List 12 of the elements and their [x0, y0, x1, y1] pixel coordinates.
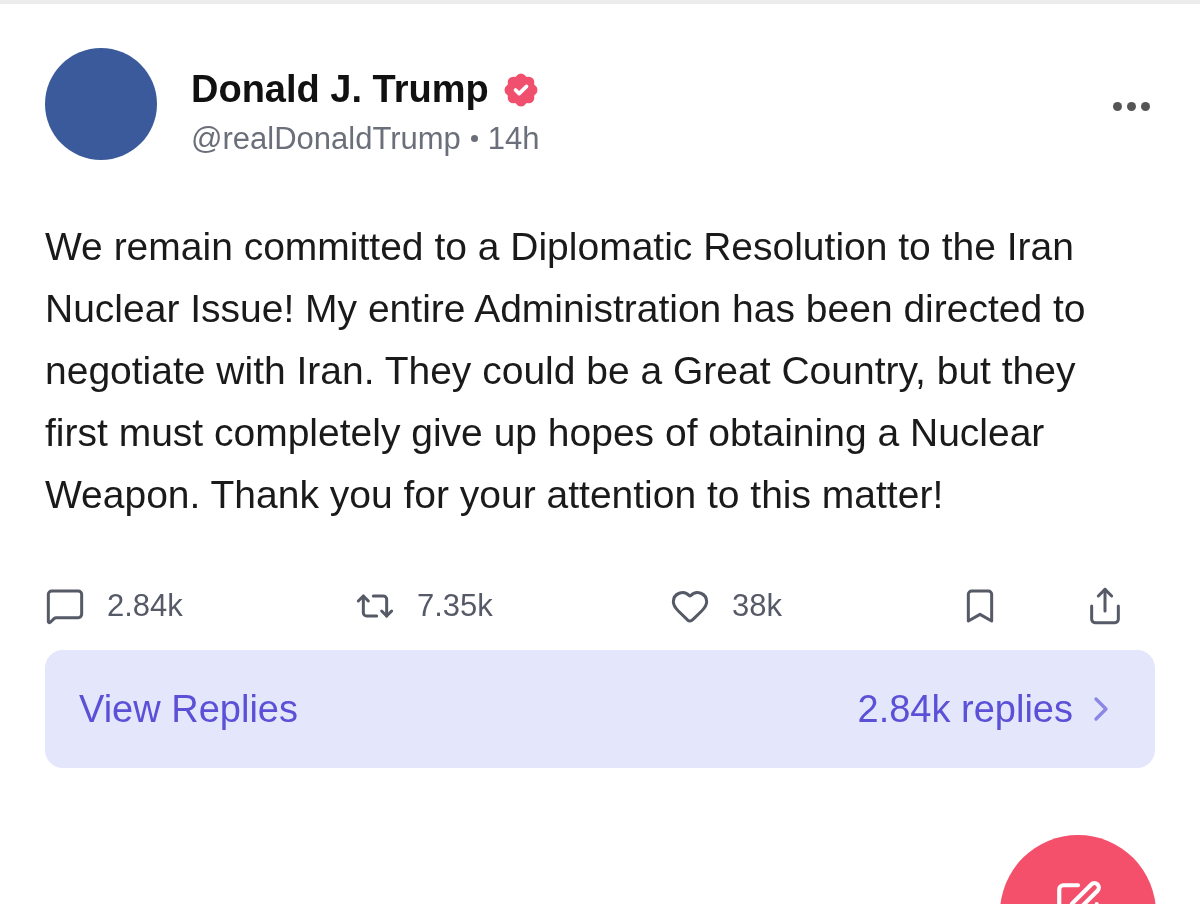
post-time: 14h [487, 119, 540, 158]
like-button[interactable]: 38k [670, 582, 960, 630]
repost-button[interactable]: 7.35k [355, 582, 670, 630]
view-replies-bar[interactable]: View Replies 2.84k replies [45, 650, 1155, 768]
replies-count: 2.84k replies [857, 686, 1073, 732]
reply-button[interactable]: 2.84k [45, 582, 355, 630]
more-options-button[interactable] [1113, 100, 1150, 113]
author-name[interactable]: Donald J. Trump [191, 66, 489, 114]
view-replies-label: View Replies [79, 686, 298, 732]
post-text: We remain committed to a Diplomatic Resolution to the Iran Nuclear Issue! My entire Administration has been directed to negotiate with Iran. They could be a Great Country, but they first must completely give up hopes of obtaining a Nuclear Weapon. Thank you for your attention to this matter! [45, 224, 1087, 518]
author-handle[interactable]: @realDonaldTrump [191, 115, 461, 162]
more-icon [1113, 100, 1150, 113]
